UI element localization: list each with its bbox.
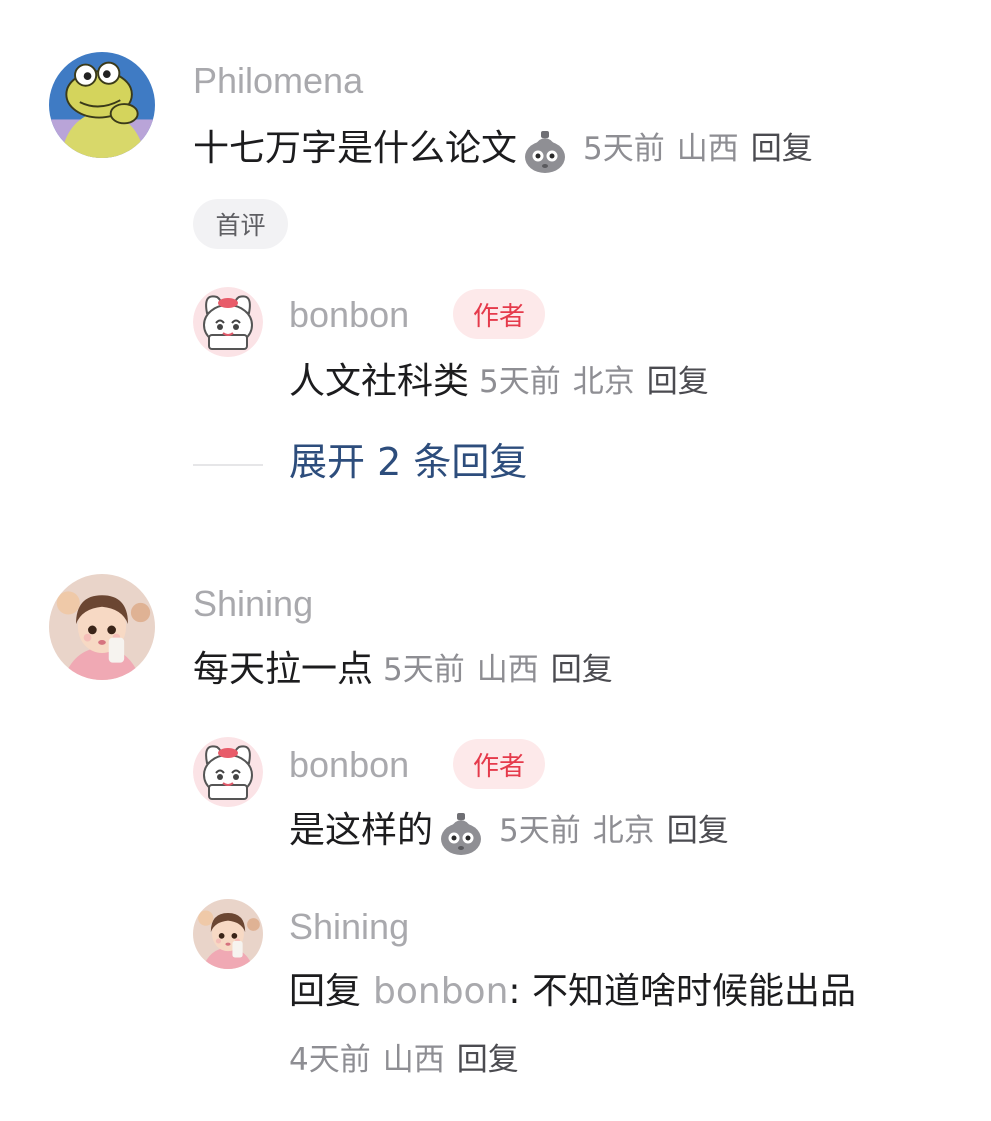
comment-time: 5天前 (383, 651, 465, 688)
reply-button[interactable]: 回复 (457, 1044, 519, 1076)
comment-time: 5天前 (583, 130, 665, 167)
grey-pouch-emoji-icon (519, 123, 571, 175)
reply-text: : 不知道啥时候能出品 (508, 971, 856, 1012)
reply-body: 回复 bonbon : 不知道啥时候能出品 (289, 970, 856, 1014)
reply-button[interactable]: 回复 (647, 366, 709, 398)
reply-username[interactable]: Shining (289, 909, 409, 945)
comment-text: 每天拉一点 (193, 649, 374, 690)
reply-button[interactable]: 回复 (667, 815, 729, 847)
frog-cartoon-avatar[interactable] (49, 52, 155, 158)
comment-text: 十七万字是什么论文 (193, 128, 518, 169)
comment-body: 每天拉一点 5天前 山西 回复 (193, 648, 613, 692)
expand-divider (193, 464, 263, 466)
reply-text: 人文社科类 (289, 361, 470, 402)
cartoon-bunny-avatar[interactable] (193, 287, 263, 357)
comment-location: 山西 (476, 651, 539, 688)
reply-time: 4天前 (289, 1041, 371, 1078)
reply-button[interactable]: 回复 (751, 133, 813, 165)
comment-username[interactable]: Shining (193, 586, 313, 622)
expand-replies-button[interactable]: 展开 2 条回复 (289, 443, 527, 481)
little-girl-photo-avatar[interactable] (49, 574, 155, 680)
reply-time: 5天前 (499, 812, 581, 849)
comment-location: 山西 (676, 130, 739, 167)
mentioned-username[interactable]: bonbon (373, 974, 508, 1010)
cartoon-bunny-avatar[interactable] (193, 737, 263, 807)
reply-time: 5天前 (479, 363, 561, 400)
reply-body: 是这样的 5天前 北京 回复 (289, 804, 729, 858)
grey-pouch-emoji-icon (435, 805, 487, 857)
reply-location: 北京 (572, 363, 635, 400)
reply-prefix: 回复 (289, 971, 362, 1012)
reply-text: 是这样的 (289, 810, 434, 851)
reply-username[interactable]: bonbon (289, 747, 409, 783)
comment-username[interactable]: Philomena (193, 63, 363, 99)
reply-location: 山西 (382, 1041, 445, 1078)
reply-button[interactable]: 回复 (551, 654, 613, 686)
comment-body: 十七万字是什么论文 5天前 山西 回复 (193, 122, 813, 176)
reply-username[interactable]: bonbon (289, 297, 409, 333)
reply-body: 人文社科类 5天前 北京 回复 (289, 360, 709, 404)
first-comment-badge: 首评 (193, 199, 288, 249)
reply-location: 北京 (592, 812, 655, 849)
reply-meta: 4天前 山西 回复 (289, 1040, 519, 1080)
little-girl-photo-avatar[interactable] (193, 899, 263, 969)
author-badge: 作者 (453, 739, 546, 789)
author-badge: 作者 (453, 289, 546, 339)
